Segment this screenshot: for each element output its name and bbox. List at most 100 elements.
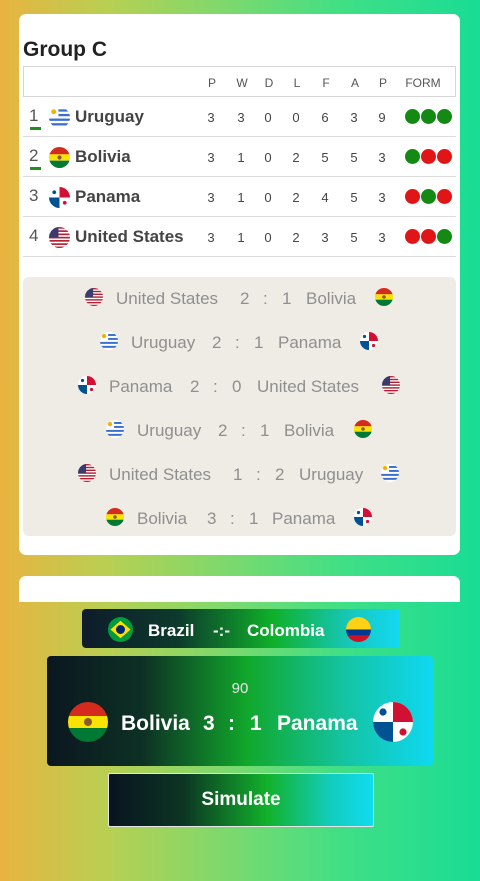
stat-drawn: 0 xyxy=(264,230,272,245)
form-indicators xyxy=(405,149,452,164)
away-score: 2 xyxy=(275,465,285,484)
group-title: Group C xyxy=(23,38,107,61)
panama-flag-icon xyxy=(354,508,372,526)
match-results-list: United States 2 : 1 Bolivia Uruguay 2 : … xyxy=(23,277,456,536)
stat-won: 1 xyxy=(237,190,245,205)
form-loss-dot xyxy=(437,189,452,204)
form-win-dot xyxy=(405,149,420,164)
next-match-banner[interactable]: Brazil -:- Colombia xyxy=(82,609,400,648)
panama-flag-icon xyxy=(78,376,96,394)
stat-won: 1 xyxy=(237,150,245,165)
stat-for: 6 xyxy=(321,110,329,125)
stat-played: 3 xyxy=(207,230,215,245)
stat-for: 4 xyxy=(321,190,329,205)
panama-flag-icon xyxy=(360,332,378,350)
bolivia-flag-icon xyxy=(354,420,372,438)
team-name: Panama xyxy=(75,187,141,206)
match-result[interactable]: Uruguay 2 : 1 Bolivia xyxy=(23,418,456,442)
stat-points: 3 xyxy=(378,190,386,205)
live-away-score: 1 xyxy=(250,712,262,735)
score-separator: : xyxy=(241,421,246,440)
simulate-button[interactable]: Simulate xyxy=(108,773,374,827)
form-win-dot xyxy=(421,109,436,124)
colombia-flag-icon xyxy=(346,617,371,642)
bolivia-flag-icon xyxy=(68,702,108,742)
stat-lost: 0 xyxy=(292,110,300,125)
team-position: 3 xyxy=(29,186,39,205)
stat-for: 3 xyxy=(321,230,329,245)
stat-won: 3 xyxy=(237,110,245,125)
bolivia-flag-icon xyxy=(49,147,70,168)
match-result[interactable]: United States 1 : 2 Uruguay xyxy=(23,462,456,486)
stat-for: 5 xyxy=(321,150,329,165)
live-home-team: Bolivia xyxy=(121,712,190,735)
team-position: 1 xyxy=(29,106,39,125)
form-win-dot xyxy=(421,189,436,204)
standings-row[interactable]: 1 Uruguay 3 3 0 0 6 3 9 xyxy=(23,97,456,137)
stat-lost: 2 xyxy=(292,230,300,245)
qualified-marker xyxy=(30,167,41,170)
standings-header: P W D L F A P FORM xyxy=(23,66,456,97)
away-team: United States xyxy=(257,377,360,396)
form-win-dot xyxy=(437,229,452,244)
match-result[interactable]: Bolivia 3 : 1 Panama xyxy=(23,506,456,530)
away-team: Panama xyxy=(278,333,342,352)
stat-won: 1 xyxy=(237,230,245,245)
stat-points: 3 xyxy=(378,230,386,245)
stat-played: 3 xyxy=(207,190,215,205)
form-loss-dot xyxy=(405,189,420,204)
team-position: 4 xyxy=(29,226,39,245)
match-result[interactable]: United States 2 : 1 Bolivia xyxy=(23,286,456,310)
stat-lost: 2 xyxy=(292,150,300,165)
uruguay-flag-icon xyxy=(381,464,399,482)
form-indicators xyxy=(405,189,452,204)
stat-played: 3 xyxy=(207,110,215,125)
standings-row[interactable]: 2 Bolivia 3 1 0 2 5 5 3 xyxy=(23,137,456,177)
stat-points: 9 xyxy=(378,110,386,125)
form-loss-dot xyxy=(421,149,436,164)
team-name: United States xyxy=(75,227,184,246)
team-name: Bolivia xyxy=(75,147,131,166)
stat-lost: 2 xyxy=(292,190,300,205)
form-loss-dot xyxy=(437,149,452,164)
bolivia-flag-icon xyxy=(106,508,124,526)
home-score: 1 xyxy=(233,465,243,484)
score-separator: : xyxy=(235,333,240,352)
standings-row[interactable]: 3 Panama 3 1 0 2 4 5 3 xyxy=(23,177,456,217)
away-team: Bolivia xyxy=(306,289,357,308)
col-against: A xyxy=(350,76,360,90)
home-team: Panama xyxy=(109,377,173,396)
away-score: 0 xyxy=(232,377,242,396)
match-result[interactable]: Uruguay 2 : 1 Panama xyxy=(23,330,456,354)
panama-flag-icon xyxy=(49,187,70,208)
home-score: 2 xyxy=(218,421,228,440)
stat-against: 3 xyxy=(350,110,358,125)
next-away-team: Colombia xyxy=(247,621,325,640)
score-separator: : xyxy=(230,509,235,528)
col-won: W xyxy=(236,76,248,90)
usa-flag-icon xyxy=(78,464,96,482)
usa-flag-icon xyxy=(49,227,70,248)
score-separator: : xyxy=(213,377,218,396)
away-score: 1 xyxy=(254,333,264,352)
standings-row[interactable]: 4 United States 3 1 0 2 3 5 3 xyxy=(23,217,456,257)
team-name: Uruguay xyxy=(75,107,144,126)
form-indicators xyxy=(405,109,452,124)
score-separator: : xyxy=(263,289,268,308)
away-score: 1 xyxy=(260,421,270,440)
home-score: 2 xyxy=(212,333,222,352)
uruguay-flag-icon xyxy=(49,107,70,128)
home-score: 2 xyxy=(240,289,250,308)
live-home-score: 3 xyxy=(203,712,215,735)
home-team: Uruguay xyxy=(137,421,202,440)
second-group-card xyxy=(19,576,460,602)
uruguay-flag-icon xyxy=(100,332,118,350)
col-for: F xyxy=(322,76,330,90)
bolivia-flag-icon xyxy=(375,288,393,306)
col-drawn: D xyxy=(264,76,274,90)
stat-drawn: 0 xyxy=(264,110,272,125)
match-minute: 90 xyxy=(231,680,249,697)
brazil-flag-icon xyxy=(108,617,133,642)
form-loss-dot xyxy=(405,229,420,244)
match-result[interactable]: Panama 2 : 0 United States xyxy=(23,374,456,398)
